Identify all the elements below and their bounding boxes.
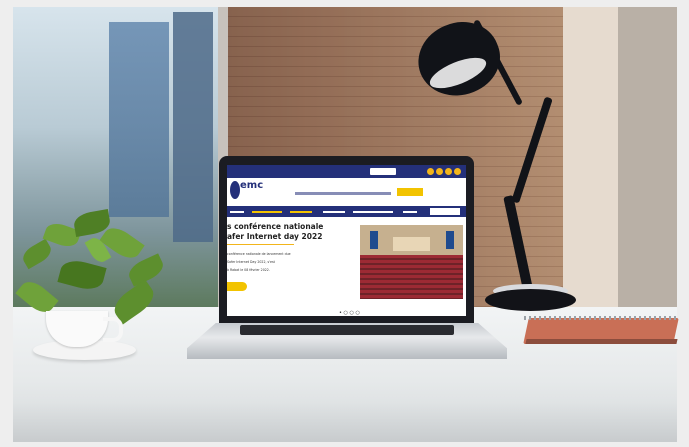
title-underline — [227, 244, 294, 245]
photo-frame: emc s conférence nationale afer Internet… — [0, 0, 689, 447]
article-title-line-2: afer Internet day 2022 — [227, 232, 323, 241]
site-top-search[interactable] — [370, 168, 396, 175]
wall-pillar — [563, 7, 618, 307]
site-logo[interactable]: emc — [240, 180, 263, 191]
social-icon[interactable] — [436, 168, 443, 175]
nav-item[interactable] — [290, 211, 312, 213]
distant-building-2 — [173, 12, 213, 242]
nav-search-input[interactable] — [430, 208, 460, 215]
read-more-button[interactable] — [227, 282, 247, 291]
article-text-line: à Rabat le 08 février 2022. — [227, 268, 270, 272]
nav-item[interactable] — [403, 211, 417, 213]
social-icon[interactable] — [427, 168, 434, 175]
desk-shadow — [13, 402, 677, 442]
notebook-edge — [525, 339, 678, 344]
nav-item[interactable] — [252, 211, 282, 213]
laptop-keyboard — [240, 325, 454, 335]
laptop-screen: emc s conférence nationale afer Internet… — [227, 165, 466, 316]
site-tagline — [295, 192, 391, 195]
nav-item[interactable] — [353, 211, 393, 213]
social-icon[interactable] — [445, 168, 452, 175]
notebook-spiral — [524, 316, 678, 320]
nav-item[interactable] — [230, 211, 244, 213]
social-icon[interactable] — [454, 168, 461, 175]
article-photo[interactable] — [360, 225, 463, 299]
article-text-line: conférence nationale de lancement due — [227, 252, 291, 256]
conference-stage — [393, 237, 430, 251]
banner-left — [370, 231, 378, 249]
article-title-line-1: s conférence nationale — [227, 222, 324, 231]
banner-right — [446, 231, 454, 249]
cup-handle — [103, 317, 123, 342]
lamp-base — [485, 289, 576, 311]
right-wall — [618, 7, 677, 307]
site-logo-mark — [230, 181, 240, 199]
distant-building — [109, 22, 169, 217]
slider-dots[interactable]: • ○ ○ ○ — [339, 310, 360, 316]
nav-item[interactable] — [323, 211, 345, 213]
article-text-line: Safer Internet Day 2022, s'est — [227, 260, 275, 264]
audience-seats — [360, 255, 463, 299]
site-cta-button[interactable] — [397, 188, 423, 196]
